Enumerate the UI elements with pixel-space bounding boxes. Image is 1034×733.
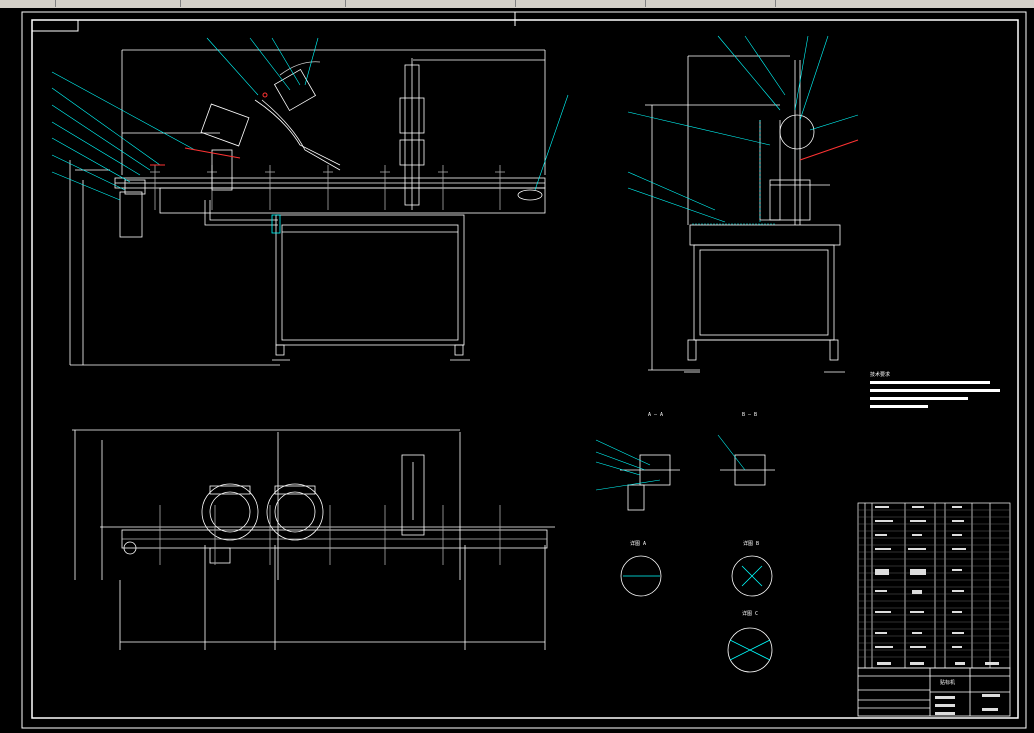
outer-border <box>21 11 1027 729</box>
side-view-highlights <box>799 139 859 161</box>
inner-border <box>31 19 1019 719</box>
section-bb-leaders <box>717 434 746 471</box>
section-aa <box>620 454 680 511</box>
drawing-canvas[interactable]: 技术要求 A — A B — B 详图 A 详图 B 详图 C 贴标机 <box>0 8 1034 733</box>
corner-tag <box>31 19 79 32</box>
detail-circle-1 <box>620 555 662 597</box>
toolbar-segment[interactable] <box>180 0 346 7</box>
detail-circle-3 <box>727 627 773 673</box>
top-view <box>72 429 555 650</box>
section-bb-label: B — B <box>742 412 757 418</box>
toolbar-segment[interactable] <box>0 0 56 7</box>
top-view-posts <box>159 505 501 565</box>
parts-list-rows <box>858 509 1010 658</box>
tech-requirements-text <box>870 381 1000 408</box>
detail-circle-2 <box>731 555 773 597</box>
parts-list <box>857 502 1011 669</box>
toolbar-segment[interactable] <box>55 0 181 7</box>
cad-drawing: 技术要求 A — A B — B 详图 A 详图 B 详图 C 贴标机 <box>21 11 1027 729</box>
front-view <box>69 49 546 366</box>
section-aa-label: A — A <box>648 412 663 418</box>
toolbar-segment[interactable] <box>515 0 646 7</box>
side-view-leaders <box>627 35 859 225</box>
detail-2-label: 详图 B <box>743 540 759 547</box>
toolbar-segment[interactable] <box>645 0 776 7</box>
parts-list-text <box>875 506 966 648</box>
title-block-text <box>877 662 1000 715</box>
detail-3-label: 详图 C <box>742 610 758 617</box>
toolbar-segment[interactable] <box>345 0 516 7</box>
detail-1-label: 详图 A <box>630 540 646 547</box>
section-aa-leaders <box>595 439 661 491</box>
section-bb <box>720 454 775 486</box>
side-view <box>645 55 845 373</box>
tech-requirements-title: 技术要求 <box>870 371 890 378</box>
title-block-name: 贴标机 <box>940 679 955 686</box>
front-view-highlights <box>150 92 268 166</box>
